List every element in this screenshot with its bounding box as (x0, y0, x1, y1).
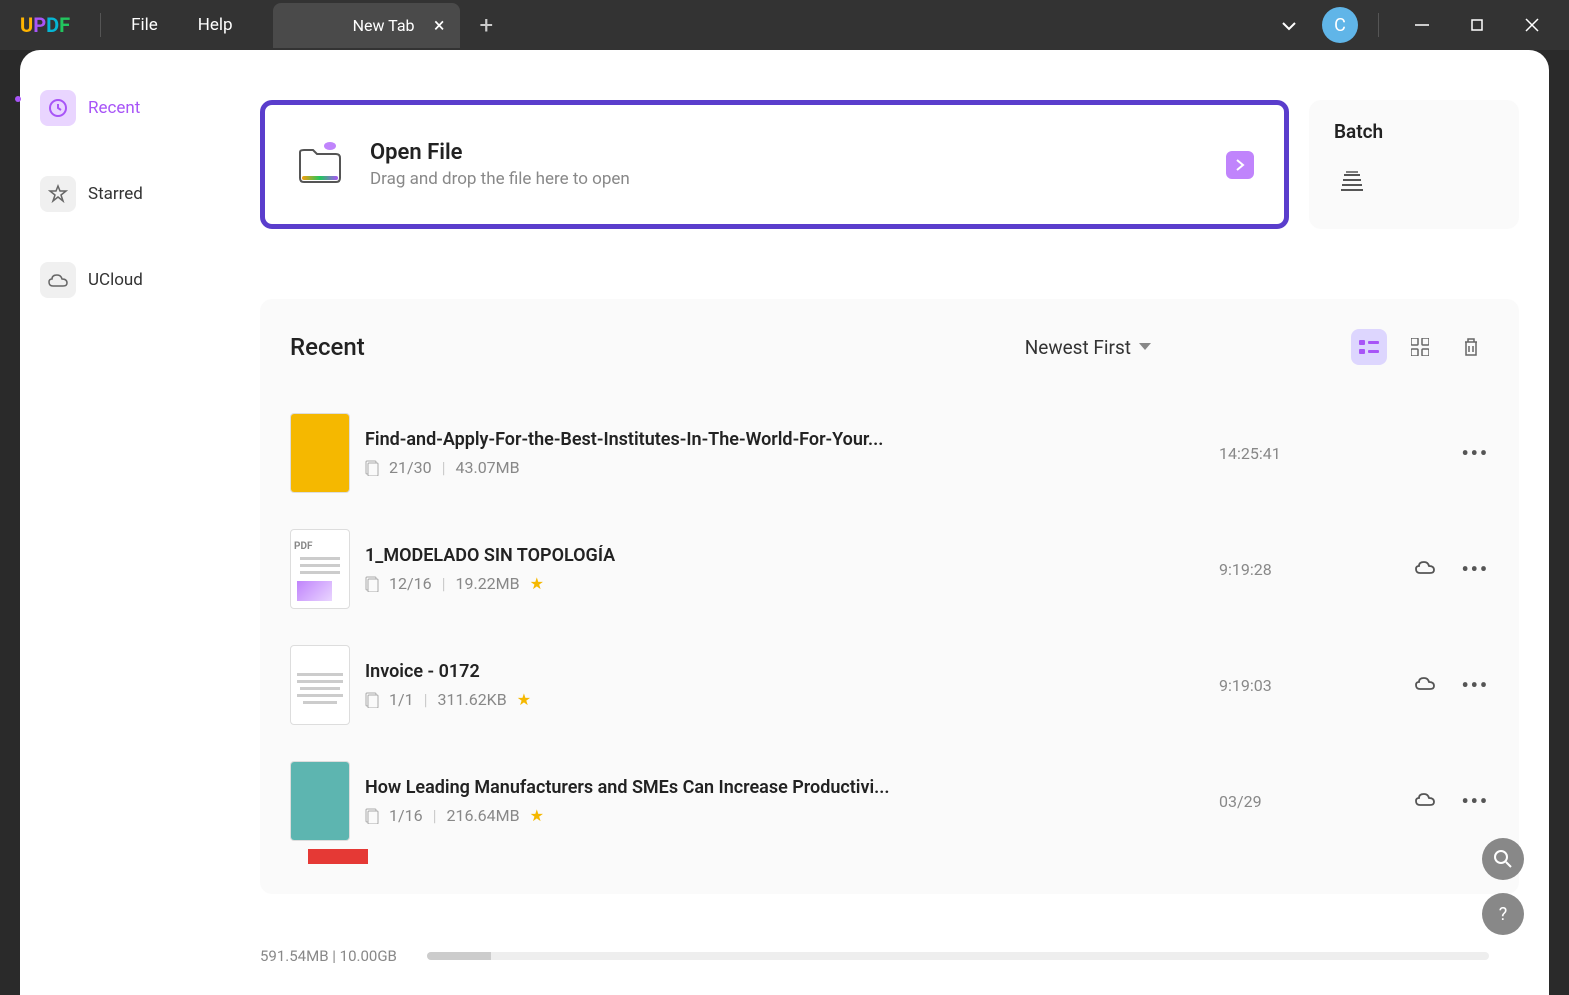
file-thumbnail (290, 761, 350, 841)
more-icon[interactable]: ••• (1461, 557, 1489, 581)
sidebar-item-ucloud[interactable]: UCloud (20, 252, 180, 308)
storage-progress (427, 952, 1489, 960)
file-row[interactable]: Invoice - 0172 1/1 | 311.62KB ★ 9:19:03 … (290, 627, 1489, 743)
active-indicator (15, 96, 21, 102)
file-name: How Leading Manufacturers and SMEs Can I… (365, 777, 895, 798)
close-button[interactable] (1509, 5, 1554, 45)
file-size: 43.07MB (455, 458, 519, 477)
file-time: 03/29 (1219, 792, 1369, 811)
open-file-dropzone[interactable]: Open File Drag and drop the file here to… (260, 100, 1289, 229)
recent-section: Recent Newest First (260, 299, 1519, 894)
star-icon: ★ (530, 574, 544, 593)
cloud-icon[interactable] (1414, 675, 1436, 695)
chevron-down-icon[interactable] (1266, 16, 1312, 35)
file-time: 9:19:03 (1219, 676, 1369, 695)
pages-icon (365, 460, 379, 476)
sidebar-item-starred[interactable]: Starred (20, 166, 180, 222)
cloud-icon (40, 262, 76, 298)
search-button[interactable] (1482, 838, 1524, 880)
batch-panel: Batch (1309, 100, 1519, 229)
star-icon: ★ (530, 806, 544, 825)
star-icon (40, 176, 76, 212)
sidebar-item-label: Starred (88, 184, 143, 204)
tab-title: New Tab (353, 16, 415, 35)
clock-icon (40, 90, 76, 126)
file-pages: 1/16 (389, 806, 423, 825)
folder-icon (295, 140, 345, 189)
cloud-icon[interactable] (1414, 559, 1436, 579)
chevron-right-icon (1226, 151, 1254, 179)
menu-file[interactable]: File (111, 15, 178, 35)
more-icon[interactable]: ••• (1461, 441, 1489, 465)
more-icon[interactable]: ••• (1461, 673, 1489, 697)
user-avatar[interactable]: C (1322, 7, 1358, 43)
divider (100, 13, 101, 37)
sidebar-item-label: Recent (88, 98, 140, 118)
sidebar: Recent Starred UCloud (20, 50, 180, 995)
pages-icon (365, 808, 379, 824)
open-file-subtitle: Drag and drop the file here to open (370, 169, 630, 189)
file-time: 9:19:28 (1219, 560, 1369, 579)
app-logo: UPDF (0, 13, 90, 37)
grid-view-button[interactable] (1402, 329, 1438, 365)
batch-title: Batch (1334, 120, 1494, 143)
file-size: 216.64MB (446, 806, 519, 825)
batch-stack-icon[interactable] (1334, 163, 1370, 199)
sidebar-item-recent[interactable]: Recent (20, 80, 180, 136)
file-row[interactable]: PDF 1_MODELADO SIN TOPOLOGÍA 12/16 | 19.… (290, 511, 1489, 627)
sort-dropdown[interactable]: Newest First (1025, 336, 1151, 359)
partial-thumbnail (308, 849, 368, 864)
caret-down-icon (1139, 343, 1151, 351)
file-size: 311.62KB (438, 690, 507, 709)
menu-help[interactable]: Help (178, 15, 253, 35)
more-icon[interactable]: ••• (1461, 789, 1489, 813)
file-row[interactable]: How Leading Manufacturers and SMEs Can I… (290, 743, 1489, 859)
file-name: Invoice - 0172 (365, 661, 895, 682)
file-name: 1_MODELADO SIN TOPOLOGÍA (365, 545, 895, 566)
file-pages: 1/1 (389, 690, 414, 709)
close-icon[interactable]: × (434, 13, 445, 37)
storage-text: 591.54MB | 10.00GB (260, 947, 397, 965)
new-tab-button[interactable]: + (460, 11, 514, 39)
file-time: 14:25:41 (1219, 444, 1369, 463)
file-size: 19.22MB (455, 574, 519, 593)
storage-fill (427, 952, 491, 960)
file-thumbnail (290, 645, 350, 725)
minimize-button[interactable] (1399, 5, 1444, 45)
cloud-icon[interactable] (1414, 791, 1436, 811)
sidebar-item-label: UCloud (88, 270, 143, 290)
help-button[interactable]: ? (1482, 893, 1524, 935)
list-view-button[interactable] (1351, 329, 1387, 365)
file-pages: 21/30 (389, 458, 432, 477)
tab-new[interactable]: New Tab × (273, 3, 460, 48)
file-pages: 12/16 (389, 574, 432, 593)
star-icon: ★ (517, 690, 531, 709)
file-thumbnail: PDF (290, 529, 350, 609)
divider (1378, 13, 1379, 37)
pages-icon (365, 576, 379, 592)
open-file-title: Open File (370, 140, 630, 165)
maximize-button[interactable] (1454, 5, 1499, 45)
pages-icon (365, 692, 379, 708)
file-thumbnail (290, 413, 350, 493)
sort-label: Newest First (1025, 336, 1131, 359)
recent-section-title: Recent (290, 333, 365, 361)
file-row[interactable]: Find-and-Apply-For-the-Best-Institutes-I… (290, 395, 1489, 511)
delete-button[interactable] (1453, 329, 1489, 365)
file-name: Find-and-Apply-For-the-Best-Institutes-I… (365, 429, 895, 450)
